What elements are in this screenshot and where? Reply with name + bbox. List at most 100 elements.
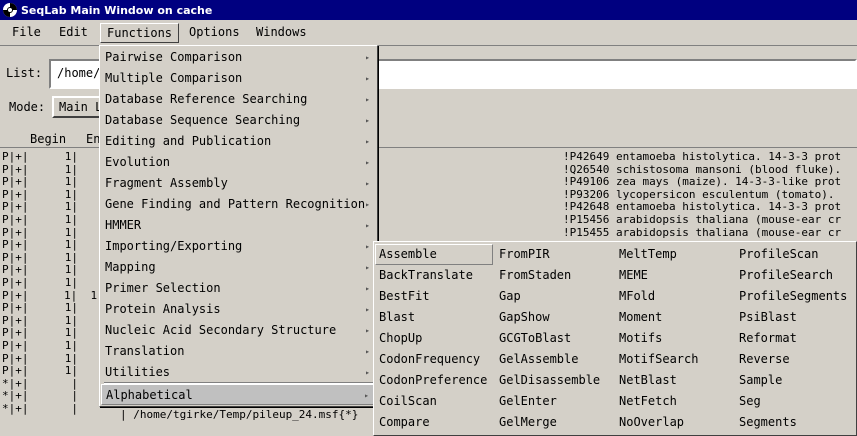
submenu-arrow-icon: ▸ [365,368,370,377]
column-begin-header[interactable]: Begin [30,132,66,146]
sequence-begin: | [71,402,78,415]
submenu-arrow-icon: ▸ [365,95,370,104]
menu-item-label: Alphabetical [106,388,193,402]
program-item-profilescan[interactable]: ProfileScan [735,244,853,265]
sequence-flags: P|+| [2,250,29,264]
menu-item-database-sequence-searching[interactable]: Database Sequence Searching ▸ [101,110,376,131]
menu-item-primer-selection[interactable]: Primer Selection ▸ [101,278,376,299]
program-item-profilesegments[interactable]: ProfileSegments [735,286,853,307]
program-item-frompir[interactable]: FromPIR [495,244,613,265]
title-bar[interactable]: SeqLab Main Window on cache [0,0,857,20]
sequence-flags: P|+| [2,238,29,252]
sequence-flags: P|+| [2,301,29,315]
menu-item-alphabetical[interactable]: Alphabetical ▸ [101,384,376,405]
program-item-motifs[interactable]: Motifs [615,328,733,349]
menu-item-label: Mapping [105,260,156,274]
program-item-coilscan[interactable]: CoilScan [375,391,493,412]
alphabetical-submenu: Assemble BackTranslate BestFit Blast ChopUp C… [373,241,857,436]
file-path-label: | /home/tgirke/Temp/pileup_24.msf{*} [120,408,359,421]
program-item-melttemp[interactable]: MeltTemp [615,244,733,265]
menu-item-label: Database Sequence Searching [105,113,301,127]
menu-item-database-reference-searching[interactable]: Database Reference Searching ▸ [101,89,376,110]
sequence-begin: 1| [64,225,78,239]
sequence-flags: P|+| [2,187,29,201]
program-item-reverse[interactable]: Reverse [735,349,853,370]
menu-item-editing-and-publication[interactable]: Editing and Publication ▸ [101,131,376,152]
menu-item-translation[interactable]: Translation ▸ [101,341,376,362]
menu-bar: File Edit Functions Options Windows [0,20,857,46]
menu-item-label: Importing/Exporting [105,239,243,253]
program-item-profilesearch[interactable]: ProfileSearch [735,265,853,286]
sequence-flags: P|+| [2,326,29,340]
menu-item-multiple-comparison[interactable]: Multiple Comparison ▸ [101,68,376,89]
program-item-motifsearch[interactable]: MotifSearch [615,349,733,370]
menu-item-label: Editing and Publication [105,134,272,148]
menu-item-importing-exporting[interactable]: Importing/Exporting ▸ [101,236,376,257]
program-item-gelmerge[interactable]: GelMerge [495,412,613,433]
sequence-description: !P42648 entamoeba histolytica. 14-3-3 pr… [563,200,842,214]
submenu-arrow-icon: ▸ [365,200,370,209]
menu-functions[interactable]: Functions [100,23,180,43]
menu-options[interactable]: Options [183,23,246,43]
sequence-flags: P|+| [2,175,29,189]
submenu-arrow-icon: ▸ [365,158,370,167]
program-item-codonpreference[interactable]: CodonPreference [375,370,493,391]
menu-item-hmmer[interactable]: HMMER ▸ [101,215,376,236]
sequence-begin: | [71,389,78,403]
sequence-description: !P93206 lycopersicon esculentum (tomato)… [563,187,835,201]
program-item-gapshow[interactable]: GapShow [495,307,613,328]
program-item-blast[interactable]: Blast [375,307,493,328]
sequence-begin: 1| [64,326,78,340]
window-title: SeqLab Main Window on cache [21,3,213,17]
menu-edit[interactable]: Edit [53,23,94,43]
program-item-codonfrequency[interactable]: CodonFrequency [375,349,493,370]
program-item-gap[interactable]: Gap [495,286,613,307]
sequence-flags: *|+| [2,376,29,390]
program-item-moment[interactable]: Moment [615,307,733,328]
sequence-begin: 1| [64,162,78,176]
menu-item-pairwise-comparison[interactable]: Pairwise Comparison ▸ [101,47,376,68]
program-item-meme[interactable]: MEME [615,265,733,286]
menu-item-label: HMMER [105,218,142,232]
mode-label: Mode: [9,100,46,114]
program-item-sample[interactable]: Sample [735,370,853,391]
menu-windows[interactable]: Windows [250,23,313,43]
program-item-gcgtoblast[interactable]: GCGToBlast [495,328,613,349]
menu-file[interactable]: File [6,23,47,43]
menu-item-fragment-assembly[interactable]: Fragment Assembly ▸ [101,173,376,194]
program-item-gelassemble[interactable]: GelAssemble [495,349,613,370]
submenu-arrow-icon: ▸ [365,263,370,272]
menu-item-protein-analysis[interactable]: Protein Analysis ▸ [101,299,376,320]
submenu-arrow-icon: ▸ [365,284,370,293]
menu-item-gene-finding-and-pattern-recognition[interactable]: Gene Finding and Pattern Recognition ▸ [101,194,376,215]
menu-item-utilities[interactable]: Utilities ▸ [101,362,376,383]
menu-item-mapping[interactable]: Mapping ▸ [101,257,376,278]
program-item-fromstaden[interactable]: FromStaden [495,265,613,286]
sequence-description: !P15456 arabidopsis thaliana (mouse-ear … [563,213,842,226]
program-item-gelenter[interactable]: GelEnter [495,391,613,412]
program-item-mfold[interactable]: MFold [615,286,733,307]
menu-item-evolution[interactable]: Evolution ▸ [101,152,376,173]
program-item-netfetch[interactable]: NetFetch [615,391,733,412]
program-item-nooverlap[interactable]: NoOverlap [615,412,733,433]
sequence-flags: *|+| [2,389,29,403]
sequence-begin: 1| [64,351,78,365]
program-item-geldisassemble[interactable]: GelDisassemble [495,370,613,391]
program-item-segments[interactable]: Segments [735,412,853,433]
sequence-description: !Q26540 schistosoma mansoni (blood fluke… [563,162,842,176]
sequence-begin: 1| [64,175,78,189]
program-item-seg[interactable]: Seg [735,391,853,412]
sequence-begin: | [71,376,78,390]
program-item-compare[interactable]: Compare [375,412,493,433]
seqlab-app-icon[interactable] [2,2,18,18]
submenu-arrow-icon: ▸ [365,347,370,356]
program-item-bestfit[interactable]: BestFit [375,286,493,307]
program-item-netblast[interactable]: NetBlast [615,370,733,391]
submenu-arrow-icon: ▸ [365,74,370,83]
menu-item-nucleic-acid-secondary-structure[interactable]: Nucleic Acid Secondary Structure ▸ [101,320,376,341]
program-item-psiblast[interactable]: PsiBlast [735,307,853,328]
program-item-reformat[interactable]: Reformat [735,328,853,349]
program-item-backtranslate[interactable]: BackTranslate [375,265,493,286]
program-item-chopup[interactable]: ChopUp [375,328,493,349]
program-item-assemble[interactable]: Assemble [375,244,493,265]
